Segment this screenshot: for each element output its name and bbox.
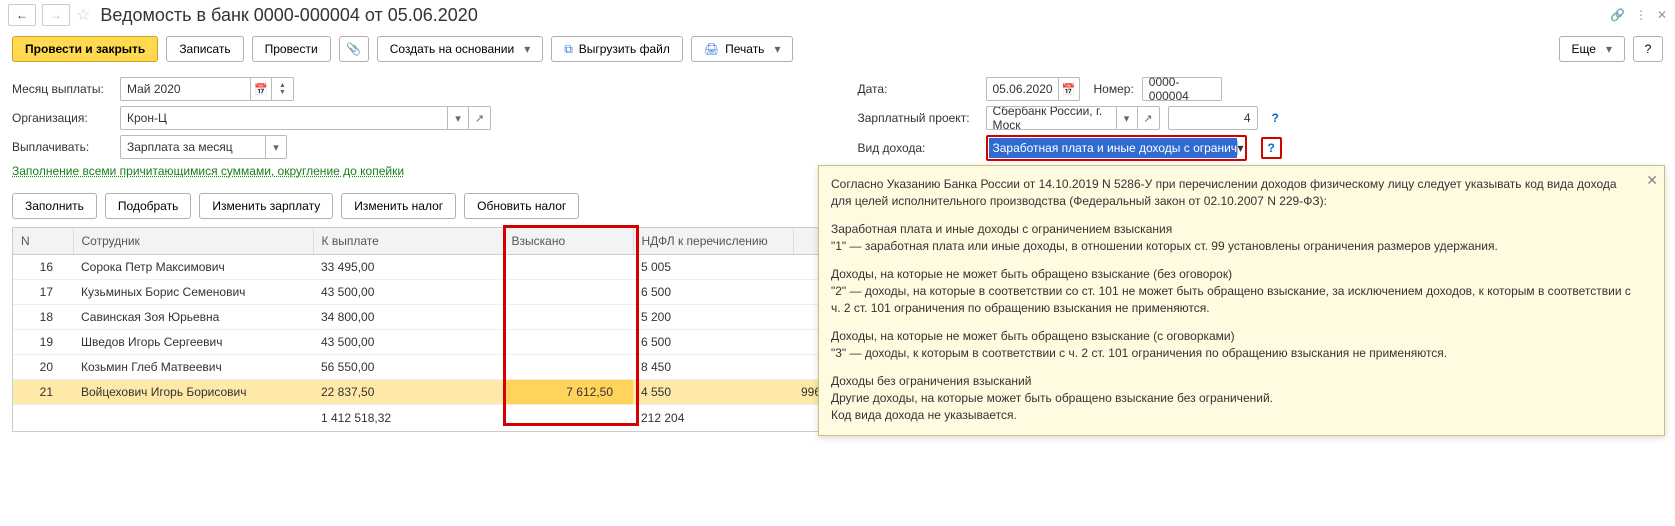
number-label: Номер: <box>1094 82 1134 96</box>
tooltip-section-2: Доходы, на которые не может быть обращен… <box>831 266 1638 318</box>
cell-pay: 56 550,00 <box>313 355 503 380</box>
attach-button[interactable]: 📎 <box>339 36 369 62</box>
cell-collected <box>503 280 633 305</box>
cell-collected <box>503 305 633 330</box>
salary-project-label: Зарплатный проект: <box>858 111 978 125</box>
number-input[interactable]: 0000-000004 <box>1142 77 1222 101</box>
payout-label: Выплачивать: <box>12 140 112 154</box>
cell-collected: 7 612,50 <box>503 380 633 405</box>
col-n[interactable]: N <box>13 228 73 255</box>
close-icon[interactable]: ✕ <box>1657 8 1667 22</box>
dropdown-icon[interactable]: ▾ <box>447 106 469 130</box>
pick-button[interactable]: Подобрать <box>105 193 191 219</box>
more-button[interactable]: Еще <box>1559 36 1625 62</box>
pay-month-label: Месяц выплаты: <box>12 82 112 96</box>
cell-n: 21 <box>13 380 73 405</box>
tooltip-intro: Согласно Указанию Банка России от 14.10.… <box>831 176 1638 211</box>
cell-pay: 43 500,00 <box>313 280 503 305</box>
titlebar: ← → ☆ Ведомость в банк 0000-000004 от 05… <box>0 0 1675 30</box>
cell-ndfl: 5 005 <box>633 255 793 280</box>
income-type-label: Вид дохода: <box>858 141 978 155</box>
change-tax-button[interactable]: Изменить налог <box>341 193 456 219</box>
income-help-icon[interactable]: ? <box>1261 137 1282 159</box>
change-salary-button[interactable]: Изменить зарплату <box>199 193 333 219</box>
income-type-tooltip: ✕ Согласно Указанию Банка России от 14.1… <box>818 165 1665 436</box>
export-file-button[interactable]: ⧉Выгрузить файл <box>551 36 683 62</box>
col-employee[interactable]: Сотрудник <box>73 228 313 255</box>
save-button[interactable]: Записать <box>166 36 243 62</box>
calendar-icon[interactable]: 📅 <box>250 77 272 101</box>
fill-button[interactable]: Заполнить <box>12 193 97 219</box>
dropdown-icon[interactable]: ▾ <box>1237 141 1244 155</box>
cell-ndfl: 5 200 <box>633 305 793 330</box>
project-help-icon[interactable]: ? <box>1272 111 1279 125</box>
open-icon[interactable]: ↗ <box>1138 106 1160 130</box>
cell-collected <box>503 330 633 355</box>
payout-input[interactable]: Зарплата за месяц <box>120 135 265 159</box>
tooltip-section-3: Доходы, на которые не может быть обращен… <box>831 328 1638 363</box>
income-type-select[interactable]: Заработная плата и иные доходы с огранич… <box>986 135 1247 161</box>
dropdown-icon[interactable]: ▾ <box>265 135 287 159</box>
cell-n: 16 <box>13 255 73 280</box>
link-icon[interactable]: 🔗 <box>1610 8 1625 22</box>
cell-collected <box>503 255 633 280</box>
tooltip-section-4: Доходы без ограничения взысканийДругие д… <box>831 373 1638 425</box>
cell-ndfl: 8 450 <box>633 355 793 380</box>
page-title: Ведомость в банк 0000-000004 от 05.06.20… <box>100 5 477 26</box>
col-to-pay[interactable]: К выплате <box>313 228 503 255</box>
org-input[interactable]: Крон-Ц <box>120 106 447 130</box>
total-pay: 1 412 518,32 <box>313 405 503 432</box>
cell-employee: Козьмин Глеб Матвеевич <box>73 355 313 380</box>
cell-pay: 22 837,50 <box>313 380 503 405</box>
help-button[interactable]: ? <box>1633 36 1663 62</box>
print-button[interactable]: 🖨Печать <box>691 36 794 62</box>
cell-employee: Сорока Петр Максимович <box>73 255 313 280</box>
kebab-menu-icon[interactable]: ⋮ <box>1635 8 1647 22</box>
post-and-close-button[interactable]: Провести и закрыть <box>12 36 158 62</box>
cell-employee: Шведов Игорь Сергеевич <box>73 330 313 355</box>
calendar-icon[interactable]: 📅 <box>1058 77 1080 101</box>
cell-ndfl: 4 550 <box>633 380 793 405</box>
salary-project-input[interactable]: Сбербанк России, г. Моск <box>986 106 1116 130</box>
project-number-input[interactable]: 4 <box>1168 106 1258 130</box>
update-tax-button[interactable]: Обновить налог <box>464 193 579 219</box>
total-ndfl: 212 204 <box>633 405 793 432</box>
cell-ndfl: 6 500 <box>633 330 793 355</box>
date-input[interactable]: 05.06.2020 <box>986 77 1058 101</box>
nav-back-button[interactable]: ← <box>8 4 36 26</box>
cell-n: 18 <box>13 305 73 330</box>
cell-employee: Войцехович Игорь Борисович <box>73 380 313 405</box>
cell-employee: Савинская Зоя Юрьевна <box>73 305 313 330</box>
cell-ndfl: 6 500 <box>633 280 793 305</box>
col-collected[interactable]: Взыскано <box>503 228 633 255</box>
main-toolbar: Провести и закрыть Записать Провести 📎 С… <box>0 30 1675 68</box>
tooltip-section-1: Заработная плата и иные доходы с огранич… <box>831 221 1638 256</box>
pay-month-input[interactable]: Май 2020 <box>120 77 250 101</box>
cell-pay: 33 495,00 <box>313 255 503 280</box>
favorite-star-icon[interactable]: ☆ <box>76 5 90 25</box>
month-stepper[interactable]: ▲▼ <box>272 77 294 101</box>
fill-settings-link[interactable]: Заполнение всеми причитающимися суммами,… <box>12 164 404 178</box>
cell-employee: Кузьминых Борис Семенович <box>73 280 313 305</box>
dropdown-icon[interactable]: ▾ <box>1116 106 1138 130</box>
cell-n: 17 <box>13 280 73 305</box>
open-icon[interactable]: ↗ <box>469 106 491 130</box>
date-label: Дата: <box>858 82 978 96</box>
cell-n: 19 <box>13 330 73 355</box>
cell-pay: 34 800,00 <box>313 305 503 330</box>
post-button[interactable]: Провести <box>252 36 331 62</box>
tooltip-close-icon[interactable]: ✕ <box>1646 170 1658 190</box>
cell-n: 20 <box>13 355 73 380</box>
cell-collected <box>503 355 633 380</box>
cell-pay: 43 500,00 <box>313 330 503 355</box>
create-based-on-button[interactable]: Создать на основании <box>377 36 544 62</box>
nav-forward-button[interactable]: → <box>42 4 70 26</box>
col-ndfl[interactable]: НДФЛ к перечислению <box>633 228 793 255</box>
org-label: Организация: <box>12 111 112 125</box>
